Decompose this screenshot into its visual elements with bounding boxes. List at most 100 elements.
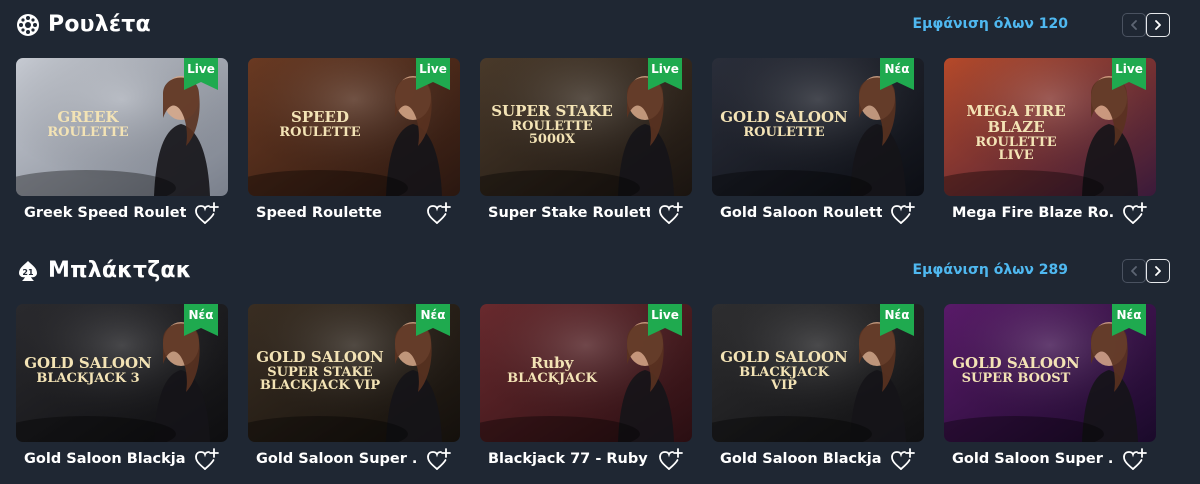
status-badge-label: Νέα — [884, 308, 910, 322]
game-name[interactable]: Gold Saloon Super ... — [256, 451, 418, 467]
game-name[interactable]: Blackjack 77 - Ruby — [488, 451, 650, 467]
game-logo: MEGA FIRE BLAZE ROULETTE LIVE — [950, 102, 1082, 164]
game-logo-line: ROULETTE — [47, 124, 129, 140]
game-logo-line: GOLD SALOON — [720, 108, 848, 126]
game-thumbnail[interactable]: GOLD SALOON SUPER BOOST Νέα — [944, 304, 1156, 442]
heart-plus-icon — [891, 448, 915, 470]
game-thumbnail[interactable]: GOLD SALOON SUPER STAKE BLACKJACK VIP Νέα — [248, 304, 460, 442]
status-badge: Live — [1112, 58, 1146, 90]
game-thumbnail[interactable]: GOLD SALOON ROULETTE Νέα — [712, 58, 924, 196]
game-logo-line: SPEED — [291, 108, 349, 126]
status-badge-label: Live — [651, 62, 679, 76]
game-logo-line: GREEK — [57, 108, 119, 126]
game-logo: SPEED ROULETTE — [254, 108, 386, 140]
blackjack-chip-icon: 21 — [16, 259, 40, 283]
game-logo-line: ROULETTE — [511, 118, 593, 134]
game-thumbnail[interactable]: Ruby BLACKJACK Live — [480, 304, 692, 442]
game-logo: SUPER STAKE ROULETTE 5000X — [486, 102, 618, 148]
add-favorite-button[interactable] — [426, 201, 452, 227]
heart-plus-icon — [891, 202, 915, 224]
game-logo-line: ROULETTE — [279, 124, 361, 140]
game-logo-line: SUPER STAKE — [267, 364, 373, 380]
game-logo-line: GOLD SALOON — [720, 348, 848, 366]
game-name[interactable]: Gold Saloon Super ... — [952, 451, 1114, 467]
game-thumbnail[interactable]: SUPER STAKE ROULETTE 5000X Live — [480, 58, 692, 196]
status-badge-label: Νέα — [884, 62, 910, 76]
game-logo-line: ROULETTE — [975, 134, 1057, 150]
game-logo-line: Ruby — [530, 354, 574, 372]
add-favorite-button[interactable] — [194, 447, 220, 473]
game-logo-line: MEGA FIRE BLAZE — [966, 102, 1066, 136]
status-badge: Live — [648, 304, 682, 336]
game-logo-line: BLACKJACK VIP — [259, 378, 381, 394]
heart-plus-icon — [659, 202, 683, 224]
heart-plus-icon — [1123, 202, 1147, 224]
status-badge: Νέα — [880, 58, 914, 90]
chevron-left-icon — [1131, 266, 1137, 276]
status-badge: Live — [648, 58, 682, 90]
heart-plus-icon — [427, 448, 451, 470]
game-name[interactable]: Gold Saloon Blackja... — [720, 451, 882, 467]
status-badge: Νέα — [184, 304, 218, 336]
view-all-link[interactable]: Εμφάνιση όλων 120 — [913, 16, 1068, 32]
carousel-prev-button[interactable] — [1122, 259, 1146, 283]
add-favorite-button[interactable] — [426, 447, 452, 473]
view-all-link[interactable]: Εμφάνιση όλων 289 — [913, 262, 1068, 278]
section-header: 21 Μπλάκτζακ Εμφάνιση όλων 289 — [16, 256, 1186, 290]
status-badge: Νέα — [416, 304, 450, 336]
section-title: Ρουλέτα — [16, 12, 151, 37]
status-badge-label: Live — [651, 308, 679, 322]
game-name[interactable]: Gold Saloon Roulette — [720, 205, 882, 221]
add-favorite-button[interactable] — [194, 201, 220, 227]
add-favorite-button[interactable] — [890, 201, 916, 227]
chevron-left-icon — [1131, 20, 1137, 30]
heart-plus-icon — [1123, 448, 1147, 470]
game-logo-line: SUPER BOOST — [961, 370, 1071, 386]
add-favorite-button[interactable] — [1122, 447, 1148, 473]
game-thumbnail[interactable]: SPEED ROULETTE Live — [248, 58, 460, 196]
game-logo: GOLD SALOON SUPER STAKE BLACKJACK VIP — [254, 348, 386, 394]
status-badge-label: Νέα — [188, 308, 214, 322]
game-logo: GOLD SALOON BLACKJACK 3 — [22, 354, 154, 386]
game-name[interactable]: Speed Roulette — [256, 205, 418, 221]
game-logo-line: BLACKJACK 3 — [36, 370, 140, 386]
game-logo-line: SUPER STAKE — [491, 102, 613, 120]
game-thumbnail[interactable]: GREEK ROULETTE Live — [16, 58, 228, 196]
heart-plus-icon — [659, 448, 683, 470]
game-thumbnail[interactable]: MEGA FIRE BLAZE ROULETTE LIVE Live — [944, 58, 1156, 196]
section-header: Ρουλέτα Εμφάνιση όλων 120 — [16, 10, 1186, 44]
game-name[interactable]: Mega Fire Blaze Ro... — [952, 205, 1114, 221]
game-thumbnail[interactable]: GOLD SALOON BLACKJACK 3 Νέα — [16, 304, 228, 442]
game-name[interactable]: Gold Saloon Blackja... — [24, 451, 186, 467]
status-badge-label: Νέα — [1116, 308, 1142, 322]
add-favorite-button[interactable] — [658, 201, 684, 227]
heart-plus-icon — [195, 202, 219, 224]
game-logo-line: GOLD SALOON — [256, 348, 384, 366]
heart-plus-icon — [195, 448, 219, 470]
game-logo-line: GOLD SALOON — [24, 354, 152, 372]
game-logo-line: ROULETTE — [743, 124, 825, 140]
roulette-wheel-icon — [16, 13, 40, 37]
status-badge-label: Live — [1115, 62, 1143, 76]
svg-text:21: 21 — [22, 268, 34, 277]
carousel-next-button[interactable] — [1146, 13, 1170, 37]
carousel-prev-button[interactable] — [1122, 13, 1146, 37]
game-logo-line: 5000X — [528, 132, 576, 148]
game-logo-line: VIP — [771, 378, 797, 394]
game-logo-line: LIVE — [998, 148, 1034, 164]
game-name[interactable]: Greek Speed Roulett... — [24, 205, 186, 221]
game-logo: Ruby BLACKJACK — [486, 354, 618, 385]
section-title-text: Μπλάκτζακ — [48, 258, 192, 283]
add-favorite-button[interactable] — [890, 447, 916, 473]
heart-plus-icon — [427, 202, 451, 224]
carousel-next-button[interactable] — [1146, 259, 1170, 283]
game-logo: GOLD SALOON BLACKJACK VIP — [718, 348, 850, 394]
status-badge: Νέα — [880, 304, 914, 336]
add-favorite-button[interactable] — [1122, 201, 1148, 227]
status-badge-label: Νέα — [420, 308, 446, 322]
game-name[interactable]: Super Stake Roulette — [488, 205, 650, 221]
add-favorite-button[interactable] — [658, 447, 684, 473]
status-badge-label: Live — [419, 62, 447, 76]
status-badge: Live — [184, 58, 218, 90]
game-thumbnail[interactable]: GOLD SALOON BLACKJACK VIP Νέα — [712, 304, 924, 442]
